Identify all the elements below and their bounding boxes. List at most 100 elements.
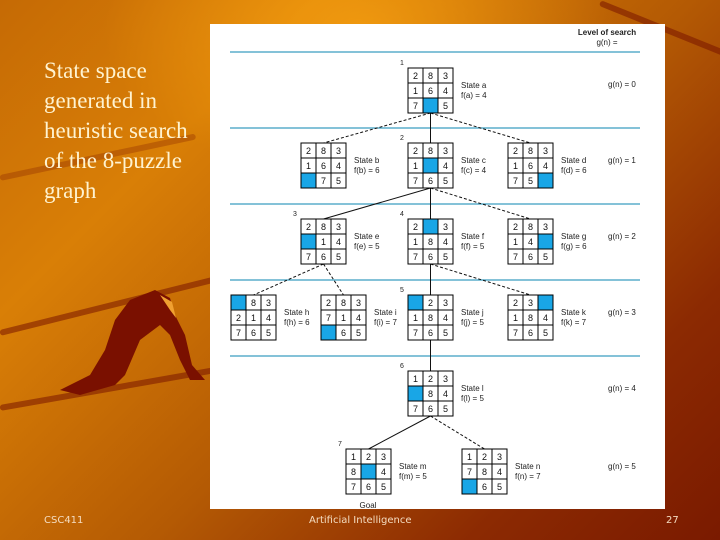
tile-number: 3	[266, 298, 271, 308]
tile-number: 7	[236, 328, 241, 338]
tile-number: 6	[341, 328, 346, 338]
tile-number: 7	[351, 482, 356, 492]
tile-number: 2	[306, 146, 311, 156]
tile-number: 4	[443, 86, 448, 96]
state-f-value: f(m) = 5	[399, 472, 427, 481]
state-f-value: f(f) = 5	[461, 242, 485, 251]
tile-number: 7	[306, 252, 311, 262]
tile-number: 1	[513, 237, 518, 247]
tile-number: 6	[428, 404, 433, 414]
tile-number: 5	[356, 328, 361, 338]
tile-number: 4	[543, 313, 548, 323]
tile-number: 2	[513, 146, 518, 156]
tile-number: 4	[528, 237, 533, 247]
tile-number: 3	[336, 146, 341, 156]
tile-number: 5	[497, 482, 502, 492]
state-name: State i	[374, 308, 397, 317]
state-node-d: 2 8 3 1 6 4 7 5 State df(d) = 6	[507, 142, 587, 189]
state-node-e: 2 8 31 47 6 53State ef(e) = 5	[293, 211, 380, 265]
tile-number: 8	[341, 298, 346, 308]
expansion-order: 3	[293, 211, 297, 218]
tile-number: 1	[306, 161, 311, 171]
state-name: State e	[354, 232, 380, 241]
goal-label: Goal	[360, 501, 377, 509]
tile-number: 5	[443, 404, 448, 414]
blank-tile	[422, 157, 439, 174]
state-f-value: f(e) = 5	[354, 242, 380, 251]
tile-number: 5	[266, 328, 271, 338]
tile-number: 8	[528, 222, 533, 232]
state-name: State h	[284, 308, 309, 317]
tile-number: 2	[326, 298, 331, 308]
tile-number: 7	[413, 404, 418, 414]
tile-number: 1	[321, 237, 326, 247]
tile-number: 1	[467, 452, 472, 462]
state-f-value: f(a) = 4	[461, 91, 487, 100]
tile-number: 7	[413, 252, 418, 262]
blank-tile	[407, 385, 424, 402]
sprinter-silhouette	[60, 290, 205, 395]
tile-number: 6	[428, 176, 433, 186]
state-name: State b	[354, 156, 380, 165]
level-g-value: g(n) = 0	[608, 80, 636, 89]
tile-number: 5	[543, 252, 548, 262]
tile-number: 6	[251, 328, 256, 338]
state-node-h: 8 3 2 1 4 7 6 5 State hf(h) = 6	[230, 294, 310, 341]
tile-number: 3	[443, 222, 448, 232]
state-f-value: f(g) = 6	[561, 242, 587, 251]
tile-number: 5	[381, 482, 386, 492]
level-g-value: g(n) = 2	[608, 232, 636, 241]
level-header-line2: g(n) =	[596, 38, 617, 47]
tile-number: 2	[413, 71, 418, 81]
state-node-g: 2 8 3 1 47 6 5 State gf(g) = 6	[507, 218, 587, 265]
tile-number: 3	[497, 452, 502, 462]
level-g-value: g(n) = 5	[608, 462, 636, 471]
tile-number: 4	[336, 161, 341, 171]
blank-tile	[230, 294, 247, 311]
tile-number: 6	[428, 252, 433, 262]
expansion-order: 1	[400, 60, 404, 67]
footer-page-number: 27	[666, 515, 679, 526]
tile-number: 3	[356, 298, 361, 308]
tile-number: 8	[321, 222, 326, 232]
state-f-value: f(h) = 6	[284, 318, 310, 327]
tile-number: 4	[543, 161, 548, 171]
state-f-value: f(j) = 5	[461, 318, 484, 327]
tile-number: 4	[356, 313, 361, 323]
tile-number: 7	[326, 313, 331, 323]
tile-number: 1	[413, 313, 418, 323]
tile-number: 5	[336, 176, 341, 186]
tile-number: 4	[381, 467, 386, 477]
tile-number: 8	[528, 313, 533, 323]
tile-number: 8	[428, 71, 433, 81]
blank-tile	[320, 324, 337, 341]
tile-number: 6	[428, 86, 433, 96]
expansion-order: 7	[338, 441, 342, 448]
tile-number: 2	[428, 298, 433, 308]
blank-tile	[537, 172, 554, 189]
tile-number: 7	[513, 252, 518, 262]
state-f-value: f(d) = 6	[561, 166, 587, 175]
tile-number: 6	[528, 161, 533, 171]
tile-number: 3	[443, 374, 448, 384]
tile-number: 3	[528, 298, 533, 308]
state-space-diagram: Level of search g(n) = 2 8 31 6 47 51State af…	[230, 28, 640, 510]
footer-course-code: CSC411	[44, 515, 84, 526]
state-name: State c	[461, 156, 486, 165]
state-name: State g	[561, 232, 586, 241]
tile-number: 6	[482, 482, 487, 492]
tile-number: 4	[443, 161, 448, 171]
tile-number: 7	[321, 176, 326, 186]
state-node-m: 1 2 38 47 6 57State mf(m) = 5	[338, 441, 427, 495]
tile-number: 6	[366, 482, 371, 492]
tile-number: 5	[336, 252, 341, 262]
tile-number: 8	[251, 298, 256, 308]
tile-number: 1	[413, 161, 418, 171]
tile-number: 8	[528, 146, 533, 156]
tile-number: 1	[513, 161, 518, 171]
tile-number: 1	[341, 313, 346, 323]
tile-number: 4	[266, 313, 271, 323]
tile-number: 3	[443, 146, 448, 156]
tile-number: 2	[482, 452, 487, 462]
tile-number: 3	[443, 298, 448, 308]
